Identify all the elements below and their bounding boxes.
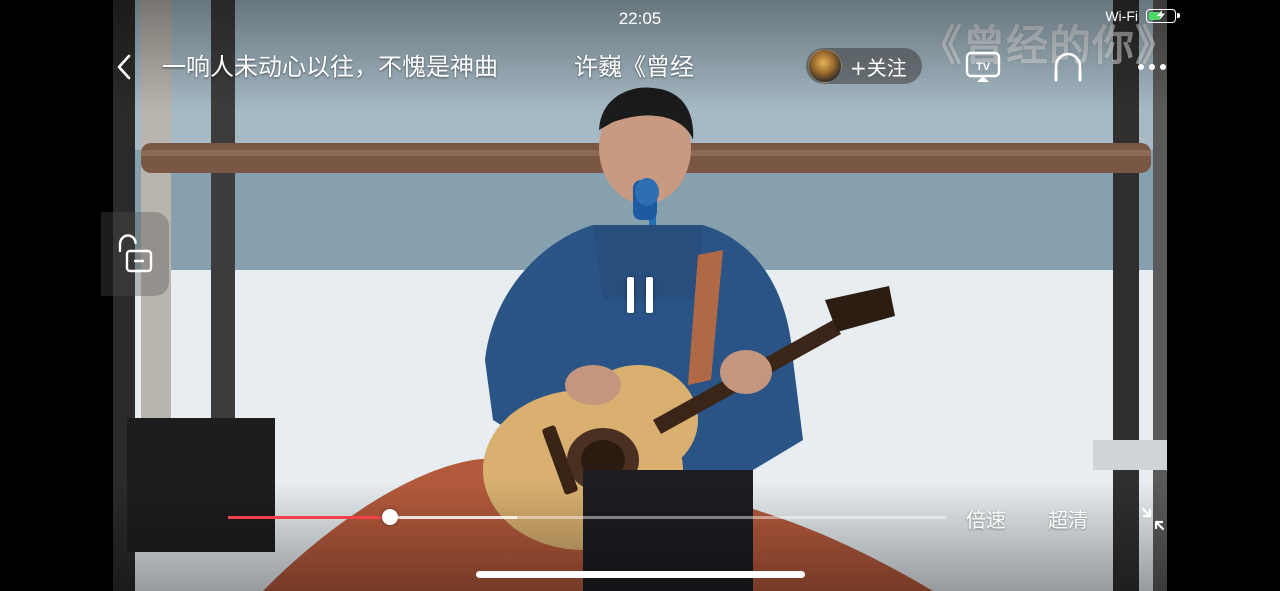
exit-fullscreen-icon: [1141, 507, 1165, 531]
video-title-part1: 一响人未动心以往，不愧是神曲: [162, 53, 498, 81]
status-right: Wi-Fi: [1105, 8, 1180, 24]
progress-bar[interactable]: [228, 509, 946, 525]
video-title-marquee: 一响人未动心以往，不愧是神曲 许巍《曾经: [150, 48, 765, 86]
audio-mode-button[interactable]: [1046, 46, 1090, 88]
video-player-screen: 《曾经的你》 22:05 Wi-Fi 一响人未动心以往，不愧是神曲 许巍《曾经 +…: [0, 0, 1280, 591]
quality-button[interactable]: 超清: [1048, 504, 1088, 533]
back-button[interactable]: [108, 50, 140, 84]
tv-cast-button[interactable]: TV: [961, 46, 1005, 88]
svg-text:TV: TV: [976, 61, 991, 73]
tv-cast-icon: TV: [965, 51, 1001, 82]
follow-button[interactable]: +关注: [806, 48, 922, 84]
follow-label: +关注: [850, 55, 907, 80]
pause-icon: [627, 277, 634, 313]
home-indicator[interactable]: [476, 571, 805, 578]
exit-fullscreen-button[interactable]: [1136, 502, 1170, 536]
charging-bolt-icon: [1157, 10, 1165, 20]
chevron-left-icon: [117, 54, 131, 80]
screen-lock-button[interactable]: [101, 212, 169, 296]
more-button[interactable]: [1130, 46, 1174, 88]
status-time: 22:05: [618, 9, 662, 28]
progress-played: [228, 516, 390, 519]
pause-icon-bar: [646, 277, 653, 313]
progress-thumb[interactable]: [381, 509, 398, 525]
pause-button[interactable]: [612, 266, 668, 324]
network-label: Wi-Fi: [1105, 8, 1138, 24]
battery-icon: [1146, 9, 1180, 23]
video-title-part2: 许巍《曾经: [574, 53, 694, 81]
unlock-icon: [118, 234, 153, 273]
creator-avatar[interactable]: [808, 49, 842, 83]
player-top-bar: 一响人未动心以往，不愧是神曲 许巍《曾经 +关注 TV: [0, 44, 1280, 90]
headphones-icon: [1054, 52, 1082, 82]
more-dots-icon: [1138, 64, 1166, 70]
playback-speed-button[interactable]: 倍速: [966, 504, 1006, 533]
